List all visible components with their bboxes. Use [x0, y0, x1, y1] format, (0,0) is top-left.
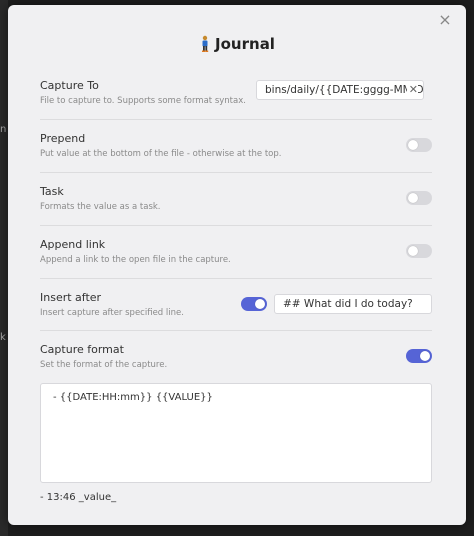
modal-header: Journal [8, 35, 466, 53]
setting-name: Prepend [40, 132, 86, 145]
setting-name: Capture format [40, 343, 124, 356]
capture-format-toggle[interactable] [406, 349, 432, 363]
modal-title: Journal [215, 35, 275, 53]
setting-insert-after: Insert after Insert capture after specif… [40, 278, 432, 330]
setting-name: Capture To [40, 79, 99, 92]
clear-icon[interactable]: ✕ [406, 81, 418, 99]
setting-capture-format: Capture format Set the format of the cap… [40, 330, 432, 378]
insert-after-toggle[interactable] [241, 297, 267, 311]
capture-settings-modal: × Journal Capture To File to capture to.… [8, 5, 466, 525]
setting-description: Set the format of the capture. [40, 360, 168, 370]
setting-capture-to: Capture To File to capture to. Supports … [40, 67, 432, 119]
close-icon[interactable]: × [436, 11, 454, 29]
backdrop-glyph: n [0, 124, 7, 135]
setting-description: File to capture to. Supports some format… [40, 96, 246, 106]
capture-format-textarea[interactable]: - {{DATE:HH:mm}} {{VALUE}} [40, 383, 432, 483]
setting-name: Task [40, 185, 64, 198]
backdrop-glyph: k [0, 332, 6, 343]
person-walking-icon [199, 35, 211, 53]
format-preview: - 13:46 _value_ [40, 492, 117, 503]
prepend-toggle[interactable] [406, 138, 432, 152]
backdrop-edge [0, 0, 8, 536]
setting-prepend: Prepend Put value at the bottom of the f… [40, 119, 432, 172]
setting-name: Insert after [40, 291, 102, 304]
setting-description: Append a link to the open file in the ca… [40, 255, 231, 265]
setting-task: Task Formats the value as a task. [40, 172, 432, 225]
setting-description: Formats the value as a task. [40, 202, 161, 212]
task-toggle[interactable] [406, 191, 432, 205]
setting-append-link: Append link Append a link to the open fi… [40, 225, 432, 278]
insert-after-input[interactable]: ## What did I do today? [274, 294, 432, 314]
setting-name: Append link [40, 238, 106, 251]
setting-description: Put value at the bottom of the file - ot… [40, 149, 282, 159]
capture-to-value: bins/daily/{{DATE:gggg-MM-D [265, 84, 424, 96]
append-link-toggle[interactable] [406, 244, 432, 258]
capture-to-input[interactable]: bins/daily/{{DATE:gggg-MM-D ✕ [256, 80, 424, 100]
setting-description: Insert capture after specified line. [40, 308, 184, 318]
